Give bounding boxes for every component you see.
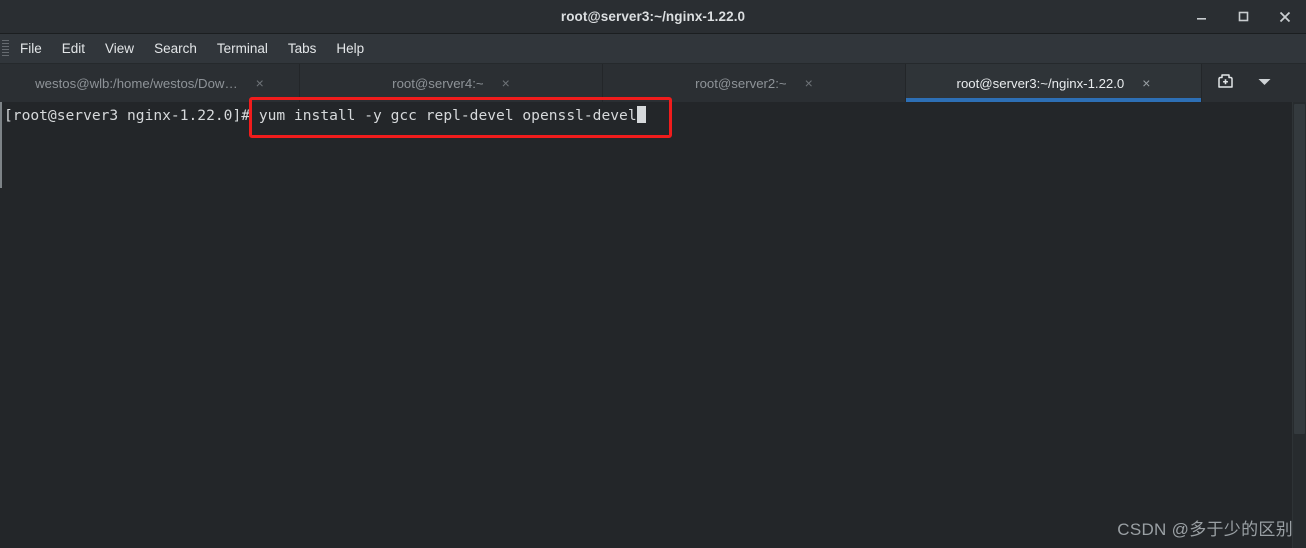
- terminal-left-edge: [0, 102, 2, 188]
- terminal-prompt: [root@server3 nginx-1.22.0]#: [4, 107, 259, 124]
- menu-grip-icon[interactable]: [2, 39, 9, 58]
- minimize-button[interactable]: [1180, 0, 1222, 33]
- maximize-button[interactable]: [1222, 0, 1264, 33]
- minimize-icon: [1195, 10, 1208, 23]
- terminal-window: root@server3:~/nginx-1.22.0 File Edit Vi…: [0, 0, 1306, 548]
- tab-close-icon[interactable]: ×: [805, 76, 813, 90]
- tab-bar-actions: [1202, 64, 1306, 102]
- tab-label: westos@wlb:/home/westos/Dow…: [35, 75, 238, 91]
- tab-close-icon[interactable]: ×: [502, 76, 510, 90]
- terminal-scrollbar[interactable]: [1292, 102, 1306, 548]
- menu-item-view[interactable]: View: [95, 38, 144, 59]
- window-title: root@server3:~/nginx-1.22.0: [560, 9, 746, 24]
- tab-root-server4[interactable]: root@server4:~ ×: [300, 64, 603, 102]
- menu-item-tabs[interactable]: Tabs: [278, 38, 327, 59]
- tab-close-icon[interactable]: ×: [1142, 76, 1150, 90]
- maximize-icon: [1237, 10, 1250, 23]
- tab-close-icon[interactable]: ×: [256, 76, 264, 90]
- menu-item-terminal[interactable]: Terminal: [207, 38, 278, 59]
- menu-item-file[interactable]: File: [10, 38, 52, 59]
- tab-label: root@server2:~: [695, 75, 787, 91]
- close-button[interactable]: [1264, 0, 1306, 33]
- menu-item-help[interactable]: Help: [326, 38, 374, 59]
- title-bar: root@server3:~/nginx-1.22.0: [0, 0, 1306, 34]
- terminal-output-area[interactable]: [root@server3 nginx-1.22.0]# yum install…: [0, 102, 1306, 548]
- new-tab-icon[interactable]: [1216, 71, 1235, 95]
- terminal-command: yum install -y gcc repl-devel openssl-de…: [258, 107, 637, 124]
- close-icon: [1278, 10, 1292, 24]
- menu-item-search[interactable]: Search: [144, 38, 207, 59]
- menu-item-edit[interactable]: Edit: [52, 38, 95, 59]
- tab-root-server2[interactable]: root@server2:~ ×: [603, 64, 906, 102]
- watermark: CSDN @多于少的区别: [1117, 520, 1293, 539]
- tab-label: root@server4:~: [392, 75, 484, 91]
- tab-label: root@server3:~/nginx-1.22.0: [956, 75, 1125, 91]
- menu-bar: File Edit View Search Terminal Tabs Help: [0, 34, 1306, 64]
- chevron-down-icon[interactable]: [1257, 74, 1272, 92]
- terminal-prompt-line: [root@server3 nginx-1.22.0]# yum install…: [4, 106, 646, 125]
- tab-root-server3-nginx[interactable]: root@server3:~/nginx-1.22.0 ×: [906, 64, 1202, 102]
- terminal-scrollbar-thumb[interactable]: [1294, 104, 1305, 434]
- tab-westos-downloads[interactable]: westos@wlb:/home/westos/Dow… ×: [0, 64, 300, 102]
- terminal-cursor: [636, 106, 646, 123]
- window-controls: [1180, 0, 1306, 33]
- tab-bar: westos@wlb:/home/westos/Dow… × root@serv…: [0, 64, 1306, 102]
